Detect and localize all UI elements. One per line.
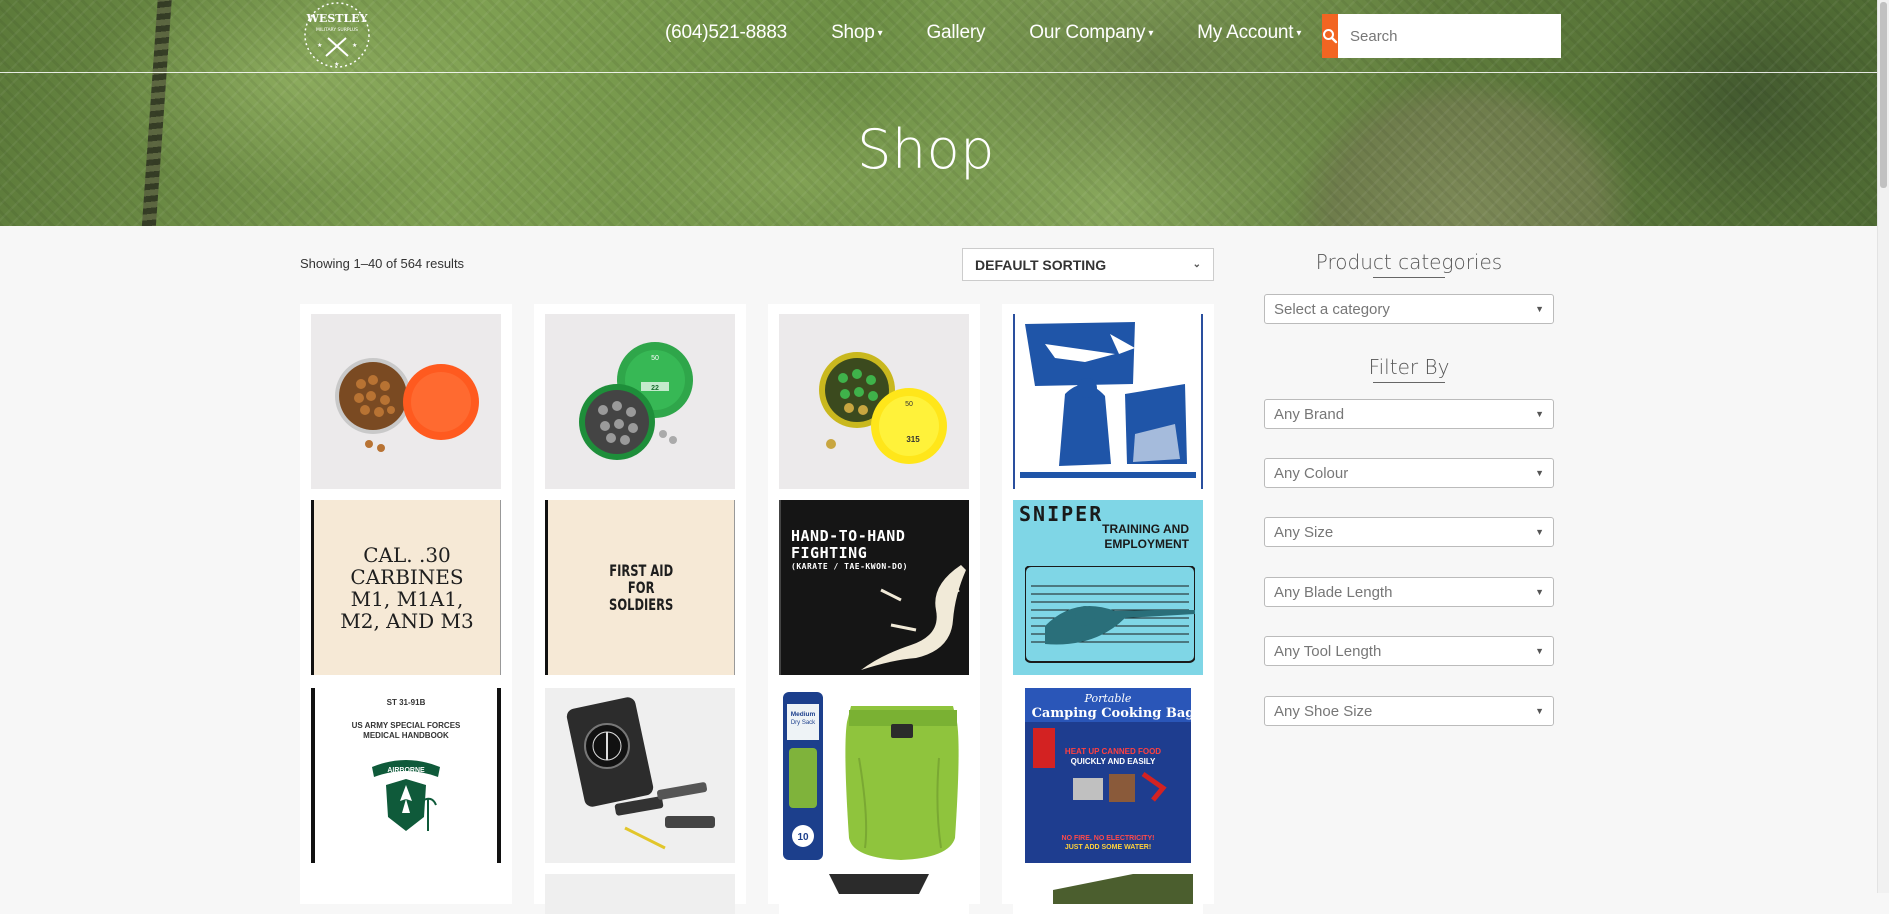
product-image-book-special-forces[interactable]: ST 31-91B US ARMY SPECIAL FORCES MEDICAL… bbox=[311, 688, 501, 863]
product-categories-heading: Product categories bbox=[1264, 250, 1554, 278]
product-image-book-sniper[interactable]: SNIPER TRAINING AND EMPLOYMENT bbox=[1013, 500, 1203, 675]
nav-our-company[interactable]: Our Company ▾ bbox=[1029, 22, 1153, 44]
result-count: Showing 1–40 of 564 results bbox=[300, 256, 465, 271]
page-title: Shop bbox=[857, 118, 995, 181]
main-nav: (604)521-8883 Shop ▾ Gallery Our Company ▾… bbox=[665, 22, 1345, 44]
svg-text:22: 22 bbox=[651, 385, 659, 392]
product-image-book-carbines[interactable]: CAL. .30 CARBINES M1, M1A1, M2, AND M3 bbox=[311, 500, 501, 675]
dropdown-arrow-icon: ▼ bbox=[1535, 587, 1544, 597]
sort-select-value: DEFAULT SORTING bbox=[975, 256, 1107, 273]
svg-text:★: ★ bbox=[352, 42, 357, 49]
svg-text:NO FIRE, NO ELECTRICITY!: NO FIRE, NO ELECTRICITY! bbox=[1062, 835, 1155, 842]
dropdown-arrow-icon: ▼ bbox=[1535, 527, 1544, 537]
svg-text:50: 50 bbox=[905, 401, 913, 408]
product-image-tin-green[interactable]: 50 22 bbox=[545, 314, 735, 489]
dropdown-arrow-icon: ▼ bbox=[1535, 468, 1544, 478]
svg-text:AIRBORNE: AIRBORNE bbox=[387, 767, 425, 774]
scrollbar-thumb[interactable] bbox=[1880, 2, 1887, 188]
nav-phone[interactable]: (604)521-8883 bbox=[665, 22, 787, 44]
dropdown-arrow-icon: ▼ bbox=[1535, 409, 1544, 419]
svg-text:Medium: Medium bbox=[791, 711, 816, 718]
logo-emblem-icon: WESTLEY MILITARY SURPLUS ★ ★ ★ bbox=[304, 2, 370, 68]
filter-brand-select[interactable]: Any Brand ▼ bbox=[1264, 399, 1554, 429]
category-select[interactable]: Select a category ▼ bbox=[1264, 294, 1554, 324]
header-divider bbox=[0, 72, 1878, 73]
search-icon bbox=[1323, 29, 1338, 44]
filter-colour-select[interactable]: Any Colour ▼ bbox=[1264, 458, 1554, 488]
dropdown-arrow-icon: ▼ bbox=[1535, 646, 1544, 656]
search-input[interactable] bbox=[1338, 14, 1561, 58]
site-logo[interactable]: WESTLEY MILITARY SURPLUS ★ ★ ★ bbox=[300, 0, 374, 70]
svg-text:Portable: Portable bbox=[1084, 692, 1132, 705]
svg-text:★: ★ bbox=[317, 42, 322, 49]
search-bar bbox=[1322, 14, 1561, 58]
nav-shop[interactable]: Shop ▾ bbox=[831, 22, 883, 44]
svg-text:★: ★ bbox=[334, 61, 339, 68]
nav-gallery[interactable]: Gallery bbox=[926, 22, 985, 44]
special-forces-insignia-icon: AIRBORNE bbox=[372, 760, 440, 831]
filter-blade-length-select[interactable]: Any Blade Length ▼ bbox=[1264, 577, 1554, 607]
logo-subtext: MILITARY SURPLUS bbox=[316, 27, 358, 33]
product-image-tin-copper[interactable] bbox=[311, 314, 501, 489]
svg-text:HEAT UP CANNED FOOD: HEAT UP CANNED FOOD bbox=[1065, 747, 1161, 756]
svg-text:QUICKLY AND EASILY: QUICKLY AND EASILY bbox=[1071, 757, 1156, 766]
svg-text:Camping Cooking Bag: Camping Cooking Bag bbox=[1032, 706, 1195, 721]
logo-text: WESTLEY bbox=[306, 12, 368, 25]
product-image-partial[interactable] bbox=[779, 874, 969, 914]
search-button[interactable] bbox=[1322, 14, 1338, 58]
filter-size-select[interactable]: Any Size ▼ bbox=[1264, 517, 1554, 547]
svg-text:JUST ADD SOME WATER!: JUST ADD SOME WATER! bbox=[1065, 844, 1151, 851]
svg-text:315: 315 bbox=[906, 435, 920, 444]
caret-down-icon: ▾ bbox=[1148, 27, 1154, 39]
filter-by-heading: Filter By bbox=[1264, 355, 1554, 383]
product-image-tin-yellow[interactable]: 50 315 bbox=[779, 314, 969, 489]
product-image-partial[interactable] bbox=[1013, 874, 1203, 914]
page-scrollbar[interactable] bbox=[1877, 0, 1889, 893]
filter-tool-length-select[interactable]: Any Tool Length ▼ bbox=[1264, 636, 1554, 666]
dropdown-arrow-icon: ▼ bbox=[1535, 706, 1544, 716]
caret-down-icon: ▾ bbox=[1296, 27, 1302, 39]
dropdown-arrow-icon: ▼ bbox=[1535, 304, 1544, 314]
product-image-camping-cooking-bag[interactable]: Portable Camping Cooking Bag HEAT UP CAN… bbox=[1013, 688, 1203, 863]
product-image-book-first-aid[interactable]: FIRST AID FOR SOLDIERS bbox=[545, 500, 735, 675]
chevron-down-icon: ⌄ bbox=[1192, 259, 1201, 270]
rope-decoration bbox=[141, 0, 173, 226]
sort-select[interactable]: DEFAULT SORTING ⌄ bbox=[962, 248, 1214, 281]
svg-text:50: 50 bbox=[651, 355, 659, 362]
filter-shoe-size-select[interactable]: Any Shoe Size ▼ bbox=[1264, 696, 1554, 726]
product-image-book-hand-to-hand[interactable]: HAND-TO-HAND FIGHTING (KARATE / TAE-KWON… bbox=[779, 500, 969, 675]
product-image-book-blue[interactable] bbox=[1013, 314, 1203, 489]
product-grid: 50 22 50 315 CAL. .30 CARBINES M1, M1A1,… bbox=[300, 304, 1216, 914]
product-image-partial[interactable] bbox=[545, 874, 735, 914]
caret-down-icon: ▾ bbox=[877, 27, 883, 39]
product-image-compass-kit[interactable] bbox=[545, 688, 735, 863]
product-image-dry-sack[interactable]: Medium Dry Sack 10 bbox=[779, 688, 969, 863]
nav-my-account[interactable]: My Account ▾ bbox=[1197, 22, 1301, 44]
svg-text:Dry Sack: Dry Sack bbox=[791, 720, 816, 726]
svg-text:10: 10 bbox=[797, 832, 809, 843]
